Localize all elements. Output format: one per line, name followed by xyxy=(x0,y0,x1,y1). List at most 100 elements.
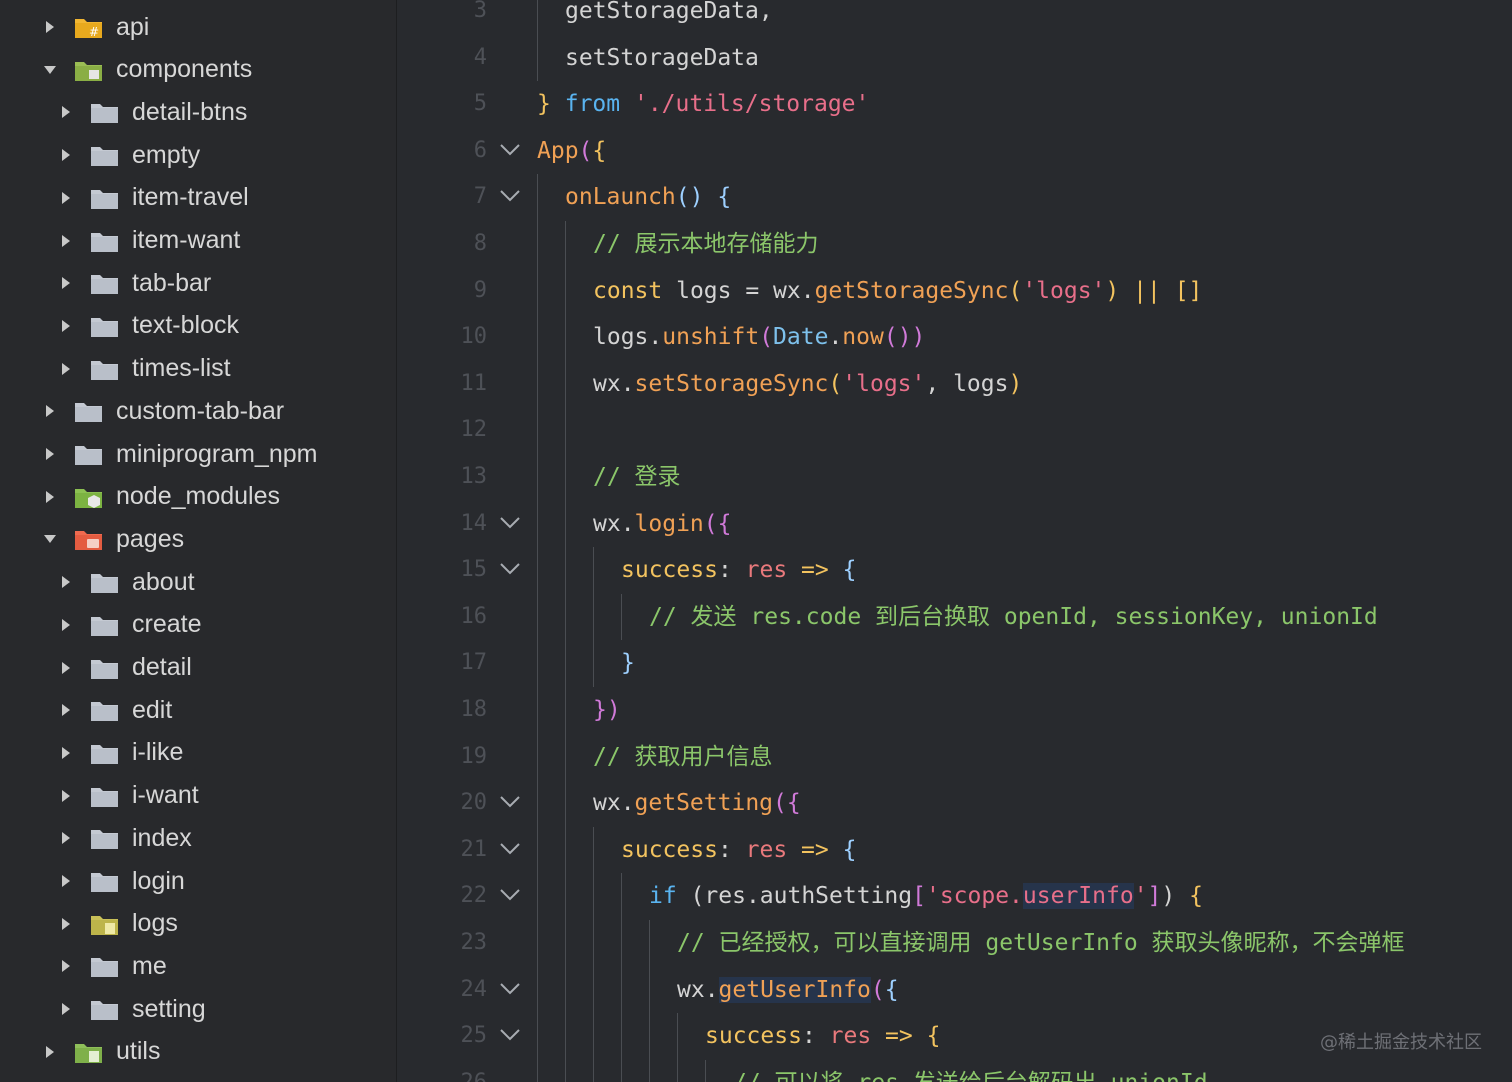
code-text[interactable]: // 登录 xyxy=(593,454,681,501)
tree-item-node-modules[interactable]: node_modules xyxy=(44,477,280,517)
tree-item-detail-btns[interactable]: detail-btns xyxy=(60,92,247,132)
tree-item-components[interactable]: components xyxy=(44,50,252,90)
tree-item-index[interactable]: index xyxy=(60,818,192,858)
fold-chevron-icon[interactable] xyxy=(499,561,521,575)
code-text[interactable]: logs.unshift(Date.now()) xyxy=(593,314,925,361)
tree-item-empty[interactable]: empty xyxy=(60,135,200,175)
code-line[interactable]: 10 logs.unshift(Date.now()) xyxy=(397,314,1512,361)
code-text[interactable]: success: res => { xyxy=(621,547,856,594)
code-text[interactable]: // 发送 res.code 到后台换取 openId, sessionKey,… xyxy=(649,594,1378,641)
fold-chevron-icon[interactable] xyxy=(499,515,521,529)
fold-chevron-icon[interactable] xyxy=(499,981,521,995)
code-text[interactable]: // 可以将 res 发送给后台解码出 unionId xyxy=(733,1060,1208,1082)
caret-right-icon[interactable] xyxy=(60,746,72,760)
code-line[interactable]: 6 App({ xyxy=(397,128,1512,175)
code-line[interactable]: 19 // 获取用户信息 xyxy=(397,733,1512,781)
code-line[interactable]: 21 success: res => { xyxy=(397,826,1512,874)
code-line[interactable]: 7 onLaunch() { xyxy=(397,174,1512,221)
caret-right-icon[interactable] xyxy=(60,234,72,248)
code-line[interactable]: 8 // 展示本地存储能力 xyxy=(397,221,1512,268)
tree-item-pages[interactable]: pages xyxy=(44,519,184,559)
code-text[interactable]: } from './utils/storage' xyxy=(537,81,869,128)
code-text[interactable]: setStorageData xyxy=(565,35,759,82)
code-line[interactable]: 9 const logs = wx.getStorageSync('logs') … xyxy=(397,267,1512,315)
caret-right-icon[interactable] xyxy=(60,276,72,290)
code-text[interactable]: // 展示本地存储能力 xyxy=(593,221,819,268)
caret-right-icon[interactable] xyxy=(60,618,72,632)
tree-item-text-block[interactable]: text-block xyxy=(60,306,239,346)
code-text[interactable]: wx.setStorageSync('logs', logs) xyxy=(593,361,1022,408)
code-line[interactable]: 22 if (res.authSetting['scope.userInfo'])… xyxy=(397,873,1512,920)
fold-chevron-icon[interactable] xyxy=(499,1027,521,1041)
code-line[interactable]: 26 // 可以将 res 发送给后台解码出 unionId xyxy=(397,1059,1512,1082)
tree-item-setting[interactable]: setting xyxy=(60,989,206,1029)
code-editor[interactable]: 3 getStorageData, 4 setStorageData 5} from '… xyxy=(397,0,1512,1082)
caret-right-icon[interactable] xyxy=(60,789,72,803)
caret-right-icon[interactable] xyxy=(60,362,72,376)
fold-chevron-icon[interactable] xyxy=(499,142,521,156)
code-line[interactable]: 4 setStorageData xyxy=(397,34,1512,82)
tree-item-about[interactable]: about xyxy=(60,562,195,602)
caret-right-icon[interactable] xyxy=(44,1045,56,1059)
code-text[interactable]: wx.getUserInfo({ xyxy=(677,967,899,1014)
tree-item-me[interactable]: me xyxy=(60,946,167,986)
code-text[interactable]: if (res.authSetting['scope.userInfo']) { xyxy=(649,873,1203,920)
code-line[interactable]: 23 // 已经授权，可以直接调用 getUserInfo 获取头像昵称，不会弹框 xyxy=(397,920,1512,967)
code-line[interactable]: 15 success: res => { xyxy=(397,547,1512,594)
tree-item-times-list[interactable]: times-list xyxy=(60,349,231,389)
code-line[interactable]: 12 xyxy=(397,407,1512,454)
code-text[interactable]: App({ xyxy=(537,128,606,175)
caret-right-icon[interactable] xyxy=(60,1002,72,1016)
tree-item-item-want[interactable]: item-want xyxy=(60,221,240,261)
code-line[interactable]: 18}) xyxy=(397,687,1512,734)
caret-right-icon[interactable] xyxy=(60,148,72,162)
code-line[interactable]: 24 wx.getUserInfo({ xyxy=(397,966,1512,1014)
tree-item-custom-tab-bar[interactable]: custom-tab-bar xyxy=(44,391,284,431)
code-line[interactable]: 5} from './utils/storage' xyxy=(397,81,1512,128)
tree-item-utils[interactable]: utils xyxy=(44,1032,160,1072)
caret-right-icon[interactable] xyxy=(44,490,56,504)
tree-item-login[interactable]: login xyxy=(60,861,185,901)
tree-item-edit[interactable]: edit xyxy=(60,690,172,730)
fold-chevron-icon[interactable] xyxy=(499,841,521,855)
code-line[interactable]: 13 // 登录 xyxy=(397,454,1512,501)
caret-right-icon[interactable] xyxy=(44,404,56,418)
tree-item-detail[interactable]: detail xyxy=(60,648,192,688)
caret-right-icon[interactable] xyxy=(60,959,72,973)
code-text[interactable]: const logs = wx.getStorageSync('logs') |… xyxy=(593,268,1202,315)
code-line[interactable]: 17} xyxy=(397,640,1512,687)
code-text[interactable]: }) xyxy=(593,687,621,734)
code-text[interactable]: success: res => { xyxy=(621,827,856,874)
code-text[interactable]: wx.login({ xyxy=(593,501,732,548)
tree-item-api[interactable]: # api xyxy=(44,7,149,47)
code-text[interactable]: // 已经授权，可以直接调用 getUserInfo 获取头像昵称，不会弹框 xyxy=(677,920,1405,967)
code-text[interactable]: onLaunch() { xyxy=(565,174,731,221)
code-line[interactable]: 3 getStorageData, xyxy=(397,0,1512,35)
caret-right-icon[interactable] xyxy=(60,917,72,931)
caret-right-icon[interactable] xyxy=(60,105,72,119)
caret-down-icon[interactable] xyxy=(44,532,56,546)
tree-item-create[interactable]: create xyxy=(60,605,201,645)
tree-item-i-like[interactable]: i-like xyxy=(60,733,183,773)
tree-item-item-travel[interactable]: item-travel xyxy=(60,178,249,218)
code-line[interactable]: 11 wx.setStorageSync('logs', logs) xyxy=(397,360,1512,408)
code-line[interactable]: 20 wx.getSetting({ xyxy=(397,780,1512,827)
code-line[interactable]: 14 wx.login({ xyxy=(397,500,1512,548)
fold-chevron-icon[interactable] xyxy=(499,887,521,901)
caret-right-icon[interactable] xyxy=(60,831,72,845)
code-text[interactable]: success: res => { xyxy=(705,1013,940,1060)
fold-chevron-icon[interactable] xyxy=(499,794,521,808)
tree-item-tab-bar[interactable]: tab-bar xyxy=(60,263,211,303)
code-line[interactable]: 16 // 发送 res.code 到后台换取 openId, sessionKe… xyxy=(397,593,1512,641)
tree-item-logs[interactable]: logs xyxy=(60,904,178,944)
tree-item-miniprogram-npm[interactable]: miniprogram_npm xyxy=(44,434,317,474)
caret-right-icon[interactable] xyxy=(44,447,56,461)
caret-right-icon[interactable] xyxy=(44,20,56,34)
tree-item-i-want[interactable]: i-want xyxy=(60,776,199,816)
caret-down-icon[interactable] xyxy=(44,63,56,77)
code-text[interactable]: // 获取用户信息 xyxy=(593,734,773,781)
caret-right-icon[interactable] xyxy=(60,703,72,717)
caret-right-icon[interactable] xyxy=(60,874,72,888)
caret-right-icon[interactable] xyxy=(60,661,72,675)
code-text[interactable]: wx.getSetting({ xyxy=(593,780,801,827)
